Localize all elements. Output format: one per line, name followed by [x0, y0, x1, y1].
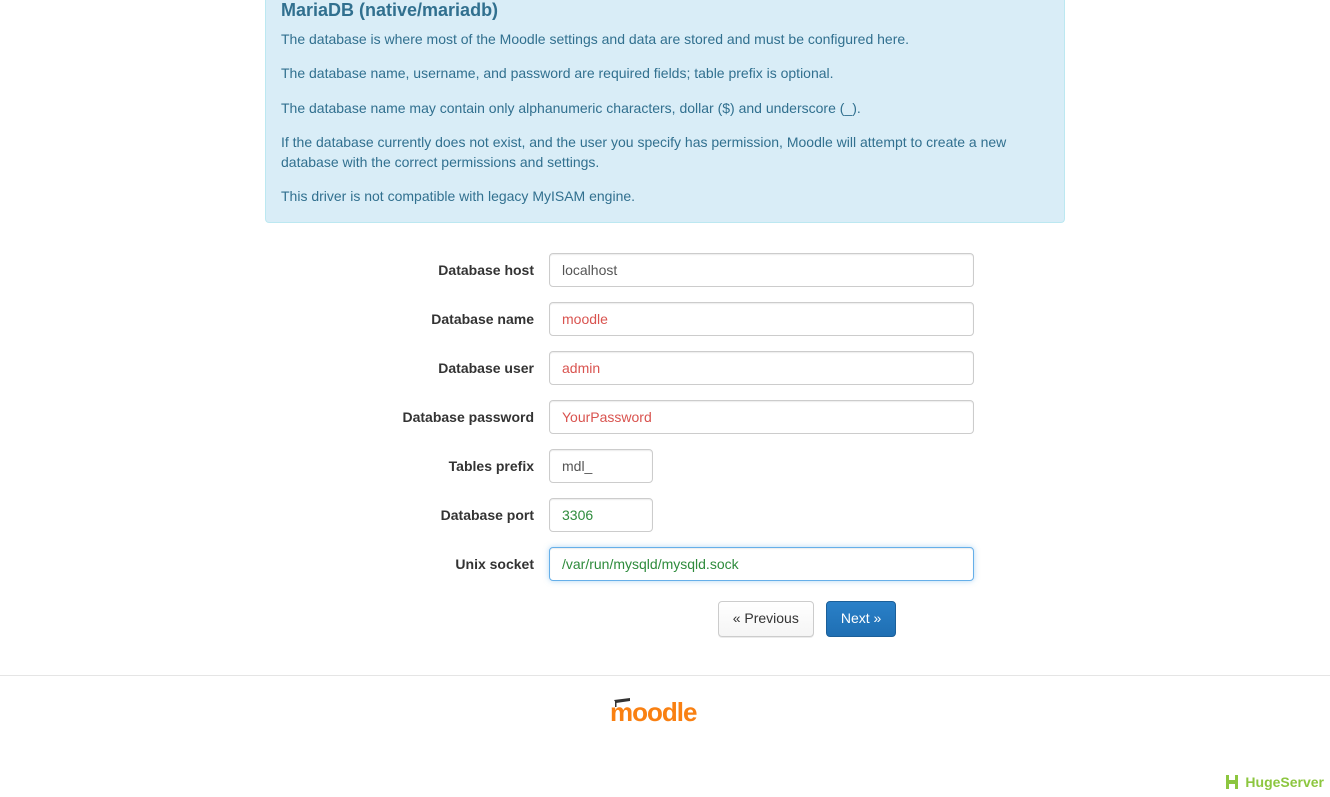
label-dbhost: Database host [265, 262, 549, 278]
input-socket[interactable] [549, 547, 974, 581]
moodle-logo: moodle [0, 696, 1330, 726]
form-row-dbpass: Database password [265, 400, 1065, 434]
input-dbpass[interactable] [549, 400, 974, 434]
input-dbport[interactable] [549, 498, 653, 532]
info-paragraph-5: This driver is not compatible with legac… [281, 186, 1049, 206]
form-row-dbhost: Database host [265, 253, 1065, 287]
label-dbuser: Database user [265, 360, 549, 376]
input-dbhost[interactable] [549, 253, 974, 287]
svg-text:moodle: moodle [610, 697, 697, 726]
form-row-prefix: Tables prefix [265, 449, 1065, 483]
button-row: « Previous Next » [265, 601, 1065, 637]
label-prefix: Tables prefix [265, 458, 549, 474]
database-settings-form: Database host Database name Database use… [265, 253, 1065, 637]
label-dbpass: Database password [265, 409, 549, 425]
form-row-dbport: Database port [265, 498, 1065, 532]
input-dbuser[interactable] [549, 351, 974, 385]
label-dbport: Database port [265, 507, 549, 523]
info-heading: MariaDB (native/mariadb) [281, 0, 1049, 21]
database-info-panel: MariaDB (native/mariadb) The database is… [265, 0, 1065, 223]
label-dbname: Database name [265, 311, 549, 327]
footer-divider [0, 675, 1330, 676]
label-socket: Unix socket [265, 556, 549, 572]
form-row-dbuser: Database user [265, 351, 1065, 385]
info-paragraph-3: The database name may contain only alpha… [281, 98, 1049, 118]
info-paragraph-1: The database is where most of the Moodle… [281, 29, 1049, 49]
hugeserver-badge[interactable]: HugeServer [1223, 773, 1324, 791]
hugeserver-icon [1223, 773, 1241, 791]
form-row-dbname: Database name [265, 302, 1065, 336]
next-button[interactable]: Next » [826, 601, 896, 637]
input-dbname[interactable] [549, 302, 974, 336]
info-paragraph-4: If the database currently does not exist… [281, 132, 1049, 173]
form-row-socket: Unix socket [265, 547, 1065, 581]
info-paragraph-2: The database name, username, and passwor… [281, 63, 1049, 83]
hugeserver-label: HugeServer [1245, 774, 1324, 790]
input-prefix[interactable] [549, 449, 653, 483]
previous-button[interactable]: « Previous [718, 601, 814, 637]
